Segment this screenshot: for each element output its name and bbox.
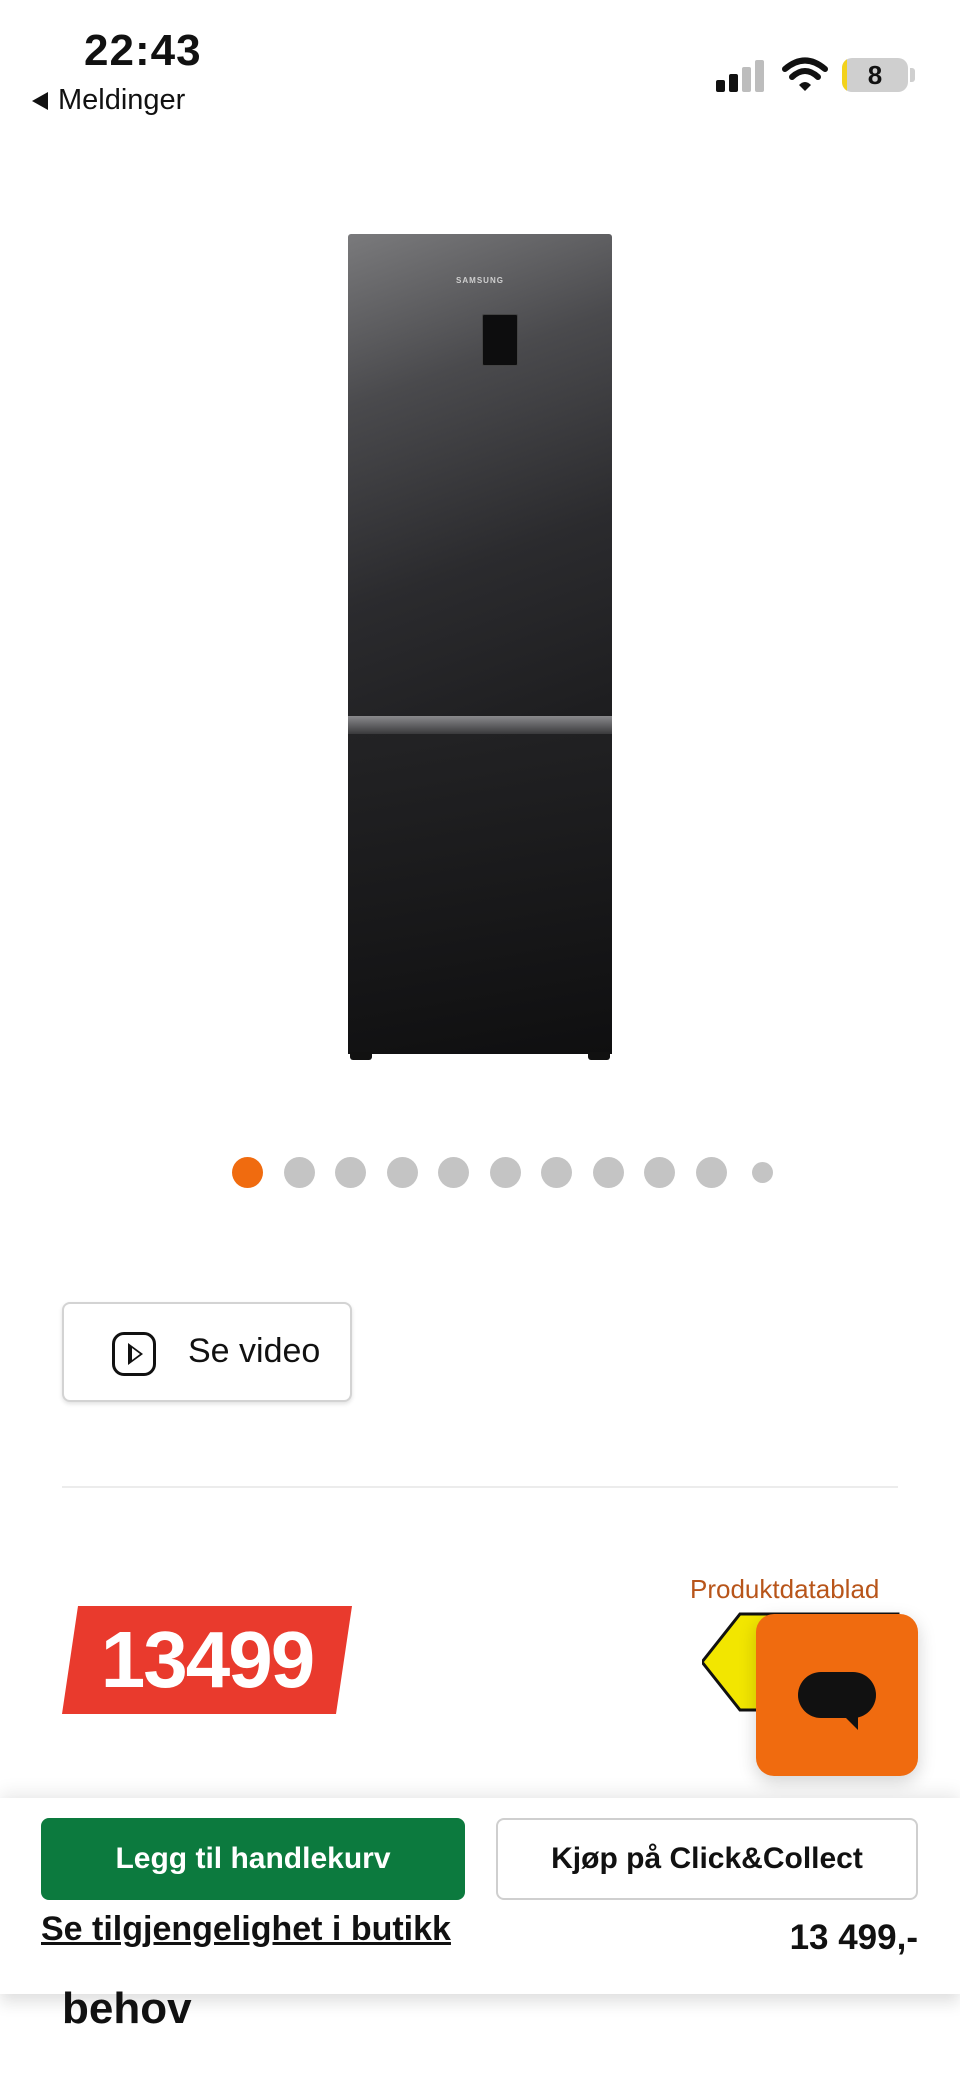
fridge-handle xyxy=(348,716,612,734)
carousel-dot[interactable] xyxy=(489,1157,521,1188)
fridge-display-panel xyxy=(482,314,518,366)
carousel-dot-active[interactable] xyxy=(232,1157,263,1188)
carousel-dot[interactable] xyxy=(438,1157,469,1188)
product-datasheet-link[interactable]: Produktdatablad xyxy=(690,1574,879,1605)
cellular-signal-icon xyxy=(716,60,764,92)
wifi-icon xyxy=(782,57,828,91)
fridge-foot xyxy=(588,1052,610,1060)
click-and-collect-button[interactable]: Kjøp på Click&Collect xyxy=(496,1818,918,1900)
play-icon xyxy=(112,1332,156,1376)
brand-logo: SAMSUNG xyxy=(456,276,504,285)
back-label: Meldinger xyxy=(58,84,186,116)
carousel-dot[interactable] xyxy=(695,1157,727,1188)
see-video-label: Se video xyxy=(188,1332,321,1370)
status-bar: 22:43 Meldinger 8 xyxy=(0,0,960,130)
battery-nub xyxy=(910,68,915,82)
chat-button[interactable] xyxy=(756,1614,918,1776)
fridge-foot xyxy=(350,1052,372,1060)
carousel-dot[interactable] xyxy=(335,1157,366,1188)
section-divider xyxy=(62,1486,898,1488)
battery-icon: 8 xyxy=(842,58,908,92)
battery-level: 8 xyxy=(867,60,883,90)
status-time: 22:43 xyxy=(84,26,202,75)
image-carousel-dots[interactable] xyxy=(232,1156,784,1190)
carousel-dot[interactable] xyxy=(592,1157,624,1188)
section-heading-partial: behov xyxy=(62,1984,192,2033)
store-availability-link[interactable]: Se tilgjengelighet i butikk xyxy=(41,1910,451,1949)
bottom-price: 13 499,- xyxy=(789,1918,918,1957)
carousel-dot[interactable] xyxy=(752,1162,773,1183)
see-video-button[interactable]: Se video xyxy=(62,1302,352,1402)
fridge-upper-door: SAMSUNG xyxy=(348,234,612,716)
carousel-dot[interactable] xyxy=(386,1157,418,1188)
bottom-purchase-bar: Legg til handlekurv Kjøp på Click&Collec… xyxy=(0,1798,960,1994)
product-image[interactable]: SAMSUNG xyxy=(330,230,630,1060)
price-badge: 13499 xyxy=(62,1606,352,1714)
chat-bubble-icon xyxy=(798,1672,876,1718)
add-to-cart-button[interactable]: Legg til handlekurv xyxy=(41,1818,465,1900)
chat-bubble-tail xyxy=(844,1716,858,1730)
carousel-dot[interactable] xyxy=(283,1157,315,1188)
fridge-lower-door xyxy=(348,734,612,1054)
back-to-messages-link[interactable]: Meldinger xyxy=(32,84,185,117)
carousel-dot[interactable] xyxy=(644,1157,675,1188)
back-arrow-icon xyxy=(32,91,48,110)
carousel-dot[interactable] xyxy=(541,1157,572,1188)
price-badge-value: 13499 xyxy=(100,1615,315,1704)
